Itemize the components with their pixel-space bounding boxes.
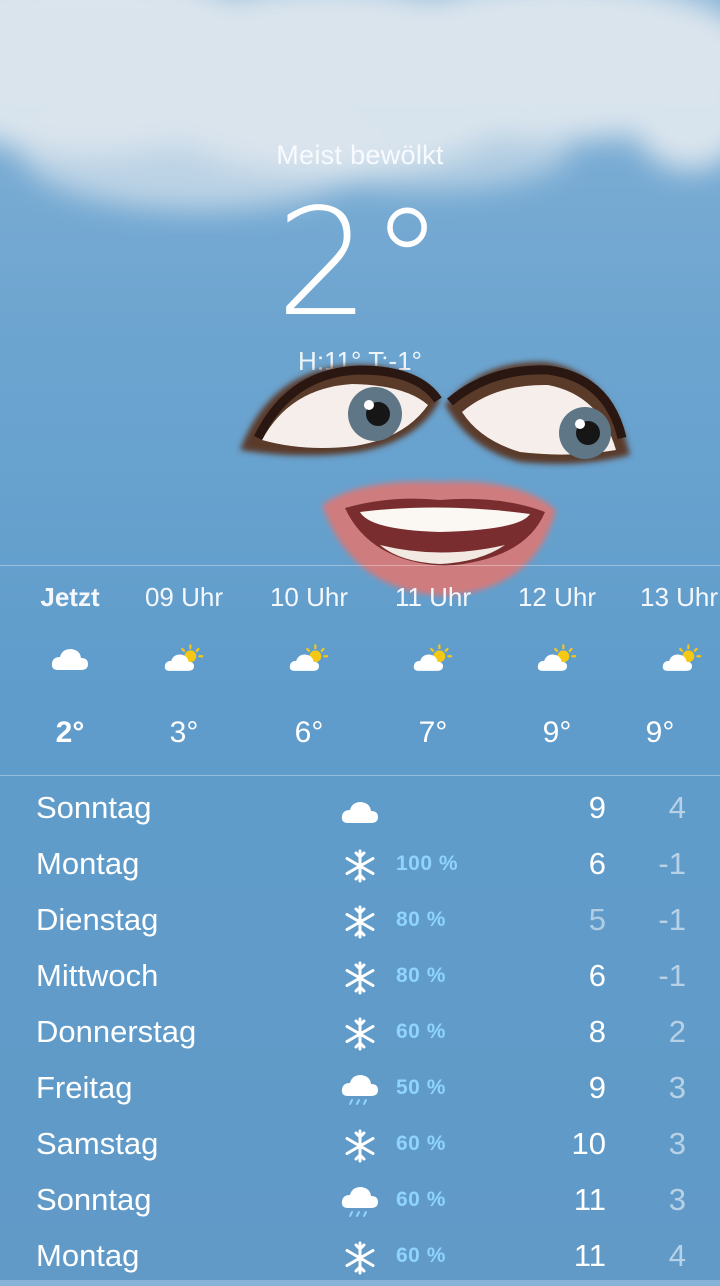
- precip-probability: 60 %: [396, 1132, 446, 1155]
- day-row: Donnerstag 60 % 8 2: [0, 1006, 720, 1062]
- rain-cloud-icon: [341, 1187, 378, 1217]
- high-temp: 9: [588, 790, 606, 825]
- precip-probability: 100 %: [396, 852, 459, 875]
- right-eye-image: [445, 361, 630, 464]
- precip-probability: 80 %: [396, 964, 446, 987]
- high-temp: 10: [571, 1126, 606, 1161]
- hour-temperature: 3°: [169, 716, 199, 749]
- hour-temperature: 7°: [418, 716, 448, 749]
- high-temp: 8: [588, 1014, 606, 1049]
- high-temp: 11: [573, 1182, 606, 1217]
- day-row: Sonntag 60 % 11 3: [0, 1174, 720, 1230]
- partly-sunny-icon: [537, 644, 577, 671]
- high-temp: 5: [588, 902, 606, 937]
- precip-probability: 50 %: [396, 1076, 446, 1099]
- hour-temperature: 9°: [542, 716, 572, 749]
- day-row: Montag 60 % 11 4: [0, 1230, 720, 1286]
- day-name: Montag: [36, 846, 140, 881]
- hour-time: 10 Uhr: [269, 582, 349, 612]
- day-name: Dienstag: [36, 902, 159, 937]
- low-temp: 3: [668, 1126, 686, 1161]
- high-temp: 6: [588, 846, 606, 881]
- day-name: Samstag: [36, 1126, 159, 1161]
- high-low-text: H:11° T:-1°: [298, 346, 422, 376]
- low-temp: 2: [668, 1014, 686, 1049]
- day-row: Mittwoch 80 % 6 -1: [0, 950, 720, 1006]
- day-row: Freitag 50 % 9 3: [0, 1062, 720, 1118]
- day-name: Freitag: [36, 1070, 133, 1105]
- low-temp: 4: [668, 1238, 686, 1273]
- snowflake-icon: [345, 849, 375, 883]
- day-row: Sonntag 9 4: [0, 782, 720, 838]
- high-temp: 6: [588, 958, 606, 993]
- day-name: Donnerstag: [36, 1014, 197, 1049]
- snowflake-icon: [345, 1017, 375, 1051]
- day-name: Sonntag: [36, 1182, 152, 1217]
- cloud-icon: [341, 802, 378, 823]
- day-row: Samstag 60 % 10 3: [0, 1118, 720, 1174]
- low-temp: 3: [668, 1182, 686, 1217]
- snowflake-icon: [345, 1241, 375, 1275]
- high-temp: 11: [573, 1238, 606, 1273]
- day-name: Sonntag: [36, 790, 152, 825]
- partly-sunny-icon: [662, 644, 702, 671]
- precip-probability: 60 %: [396, 1020, 446, 1043]
- low-temp: 4: [668, 790, 686, 825]
- low-temp: -1: [658, 846, 686, 881]
- day-name: Mittwoch: [36, 958, 159, 993]
- partly-sunny-icon: [164, 644, 204, 671]
- low-temp: 3: [668, 1070, 686, 1105]
- day-name: Montag: [36, 1238, 140, 1273]
- hour-temperature: 6°: [294, 716, 324, 749]
- snowflake-icon: [345, 1129, 375, 1163]
- low-temp: -1: [658, 902, 686, 937]
- cloud-icon: [51, 649, 88, 670]
- hour-temperature: 2°: [55, 716, 85, 749]
- day-row: Montag 100 % 6 -1: [0, 838, 720, 894]
- condition-text: Meist bewölkt: [276, 140, 444, 170]
- hourly-forecast[interactable]: Jetzt 2° 09 Uhr 3° 10 Uhr 6° 11 Uhr 7° 1…: [0, 570, 720, 775]
- day-row: Dienstag 80 % 5 -1: [0, 894, 720, 950]
- snowflake-icon: [345, 905, 375, 939]
- hour-time: 09 Uhr: [144, 582, 224, 612]
- hour-temperature: 9°: [645, 716, 675, 749]
- partly-sunny-icon: [413, 644, 453, 671]
- snowflake-icon: [345, 961, 375, 995]
- left-eye-image: [240, 364, 442, 456]
- hour-time: 11 Uhr: [394, 582, 472, 612]
- precip-probability: 80 %: [396, 908, 446, 931]
- precip-probability: 60 %: [396, 1244, 446, 1267]
- hour-time: 12 Uhr: [517, 582, 597, 612]
- hour-time: 13 Uhr: [640, 582, 719, 612]
- high-temp: 9: [588, 1070, 606, 1105]
- hourly-top-divider: [0, 565, 720, 566]
- precip-probability: 60 %: [396, 1188, 446, 1211]
- partly-sunny-icon: [289, 644, 329, 671]
- current-temperature: 2°: [275, 177, 445, 349]
- low-temp: -1: [658, 958, 686, 993]
- hourly-bottom-divider: [0, 775, 720, 776]
- rain-cloud-icon: [341, 1075, 378, 1105]
- hour-time: Jetzt: [40, 582, 100, 612]
